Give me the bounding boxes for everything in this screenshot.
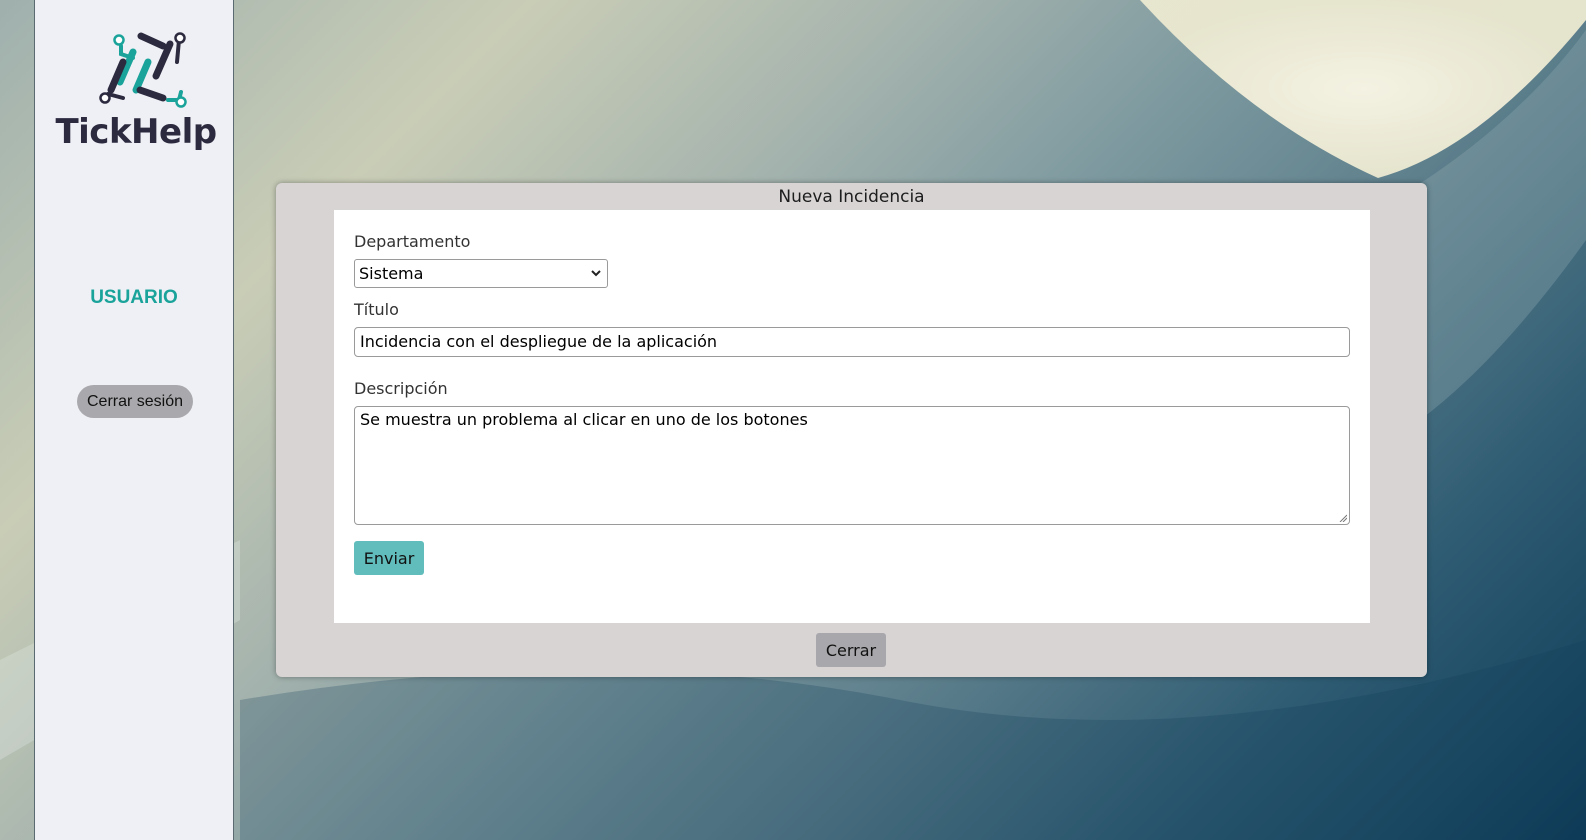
description-label: Descripción — [354, 379, 448, 398]
title-label: Título — [354, 300, 399, 319]
sidebar: TickHelp USUARIO Cerrar sesión — [34, 0, 234, 840]
modal-title: Nueva Incidencia — [778, 187, 925, 207]
description-textarea[interactable]: Se muestra un problema al clicar en uno … — [354, 406, 1350, 525]
new-incident-modal: Nueva Incidencia Departamento Sistema Tí… — [276, 183, 1427, 677]
department-selected-value: Sistema — [359, 264, 424, 283]
brand-name: TickHelp — [55, 112, 217, 152]
department-select[interactable]: Sistema — [354, 259, 608, 288]
department-label: Departamento — [354, 232, 471, 251]
resize-grip-icon[interactable] — [1339, 514, 1347, 522]
logout-button[interactable]: Cerrar sesión — [77, 385, 193, 418]
app-page: TickHelp USUARIO Cerrar sesión Nueva Inc… — [0, 0, 1586, 840]
brand-logo: TickHelp — [53, 32, 219, 160]
incident-form: Departamento Sistema Título Incidencia c… — [334, 210, 1370, 623]
circuit-logo-icon — [99, 32, 187, 108]
chevron-down-icon — [591, 260, 601, 297]
submit-button[interactable]: Enviar — [354, 541, 424, 575]
user-role-label: USUARIO — [90, 287, 178, 308]
description-text: Se muestra un problema al clicar en uno … — [360, 410, 808, 429]
close-modal-button[interactable]: Cerrar — [816, 633, 886, 667]
title-input[interactable]: Incidencia con el despliegue de la aplic… — [354, 327, 1350, 357]
